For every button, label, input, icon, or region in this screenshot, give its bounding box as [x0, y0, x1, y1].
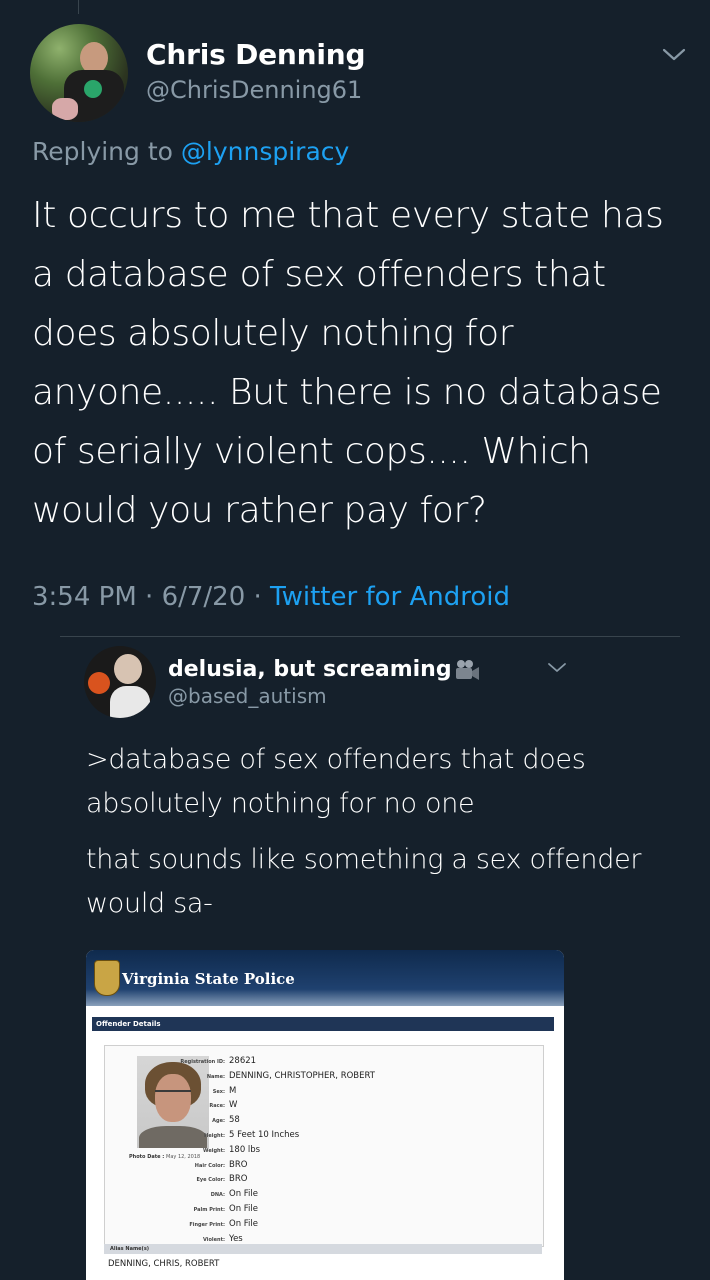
- offender-details-panel: Photo Date : May 12, 2018 Registration I…: [104, 1045, 544, 1247]
- tweet-source-link[interactable]: Twitter for Android: [270, 582, 510, 612]
- info-value: 58: [229, 1115, 240, 1126]
- quote-author-handle[interactable]: @based_autism: [168, 684, 327, 708]
- info-label: Height: [135, 1133, 225, 1139]
- info-value: On File: [229, 1203, 259, 1214]
- replying-to-label: Replying to: [32, 137, 181, 166]
- site-title: Virginia State Police: [122, 970, 295, 988]
- info-label: Hair Color: [135, 1163, 225, 1169]
- chevron-down-icon[interactable]: [546, 660, 568, 676]
- info-label: Name: [135, 1074, 225, 1080]
- info-label: Race: [135, 1103, 225, 1109]
- info-label: Eye Color: [135, 1177, 225, 1183]
- info-label: Weight: [135, 1148, 225, 1154]
- info-value: BRO: [229, 1174, 248, 1185]
- reply-mention-link[interactable]: @lynnspiracy: [181, 137, 349, 166]
- meta-separator: ·: [245, 582, 271, 612]
- info-label: Finger Print: [135, 1222, 225, 1228]
- section-title: Offender Details: [92, 1017, 554, 1031]
- info-value: 28621: [229, 1056, 257, 1066]
- info-label: Registration ID: [135, 1059, 225, 1065]
- info-value: Yes: [229, 1233, 243, 1244]
- quote-author-avatar[interactable]: [84, 646, 156, 718]
- quote-text-paragraph: >database of sex offenders that does abs…: [86, 744, 586, 819]
- author-handle[interactable]: @ChrisDenning61: [146, 76, 362, 104]
- quote-text-paragraph: that sounds like something a sex offende…: [86, 844, 642, 919]
- thread-connector-line: [78, 0, 79, 14]
- info-label: Violent: [135, 1237, 225, 1243]
- info-label: Sex: [135, 1089, 225, 1095]
- photo-date: Photo Date : May 12, 2018: [129, 1154, 201, 1160]
- info-label: Palm Print: [135, 1207, 225, 1213]
- info-value: BRO: [229, 1159, 248, 1170]
- chevron-down-icon[interactable]: [660, 44, 688, 64]
- info-label: DNA: [135, 1192, 225, 1198]
- vsp-header-banner: Virginia State Police: [86, 950, 564, 1006]
- tweet-meta: 3:54 PM · 6/7/20 · Twitter for Android: [32, 582, 510, 612]
- info-label: Age: [135, 1118, 225, 1124]
- quote-author-name-line[interactable]: delusia, but screaming: [168, 657, 480, 682]
- attached-image[interactable]: Virginia State Police Offender Details P…: [86, 950, 564, 1280]
- alias-header: Alias Name(s): [104, 1244, 542, 1254]
- photo-date-label: Photo Date: [129, 1154, 161, 1160]
- info-value: On File: [229, 1189, 259, 1200]
- replying-to-line: Replying to @lynnspiracy: [32, 137, 349, 166]
- divider: [60, 636, 680, 637]
- author-avatar[interactable]: [30, 24, 128, 122]
- info-value: 5 Feet 10 Inches: [229, 1129, 300, 1140]
- info-value: W: [229, 1100, 238, 1111]
- info-value: M: [229, 1085, 237, 1096]
- tweet-time: 3:54 PM: [32, 582, 137, 612]
- police-badge-icon: [94, 960, 120, 996]
- meta-separator: ·: [136, 582, 162, 612]
- author-name[interactable]: Chris Denning: [146, 38, 366, 71]
- photo-date-value: May 12, 2018: [166, 1154, 201, 1160]
- alias-value: DENNING, CHRIS, ROBERT: [108, 1259, 220, 1269]
- info-value: 180 lbs: [229, 1144, 261, 1155]
- info-value: DENNING, CHRISTOPHER, ROBERT: [229, 1070, 375, 1081]
- tweet-date: 6/7/20: [161, 582, 246, 612]
- info-value: On File: [229, 1218, 259, 1229]
- quote-author-name[interactable]: delusia, but screaming: [168, 657, 452, 682]
- tweet-text: It occurs to me that every state has a d…: [32, 195, 664, 531]
- video-camera-icon: [455, 660, 479, 680]
